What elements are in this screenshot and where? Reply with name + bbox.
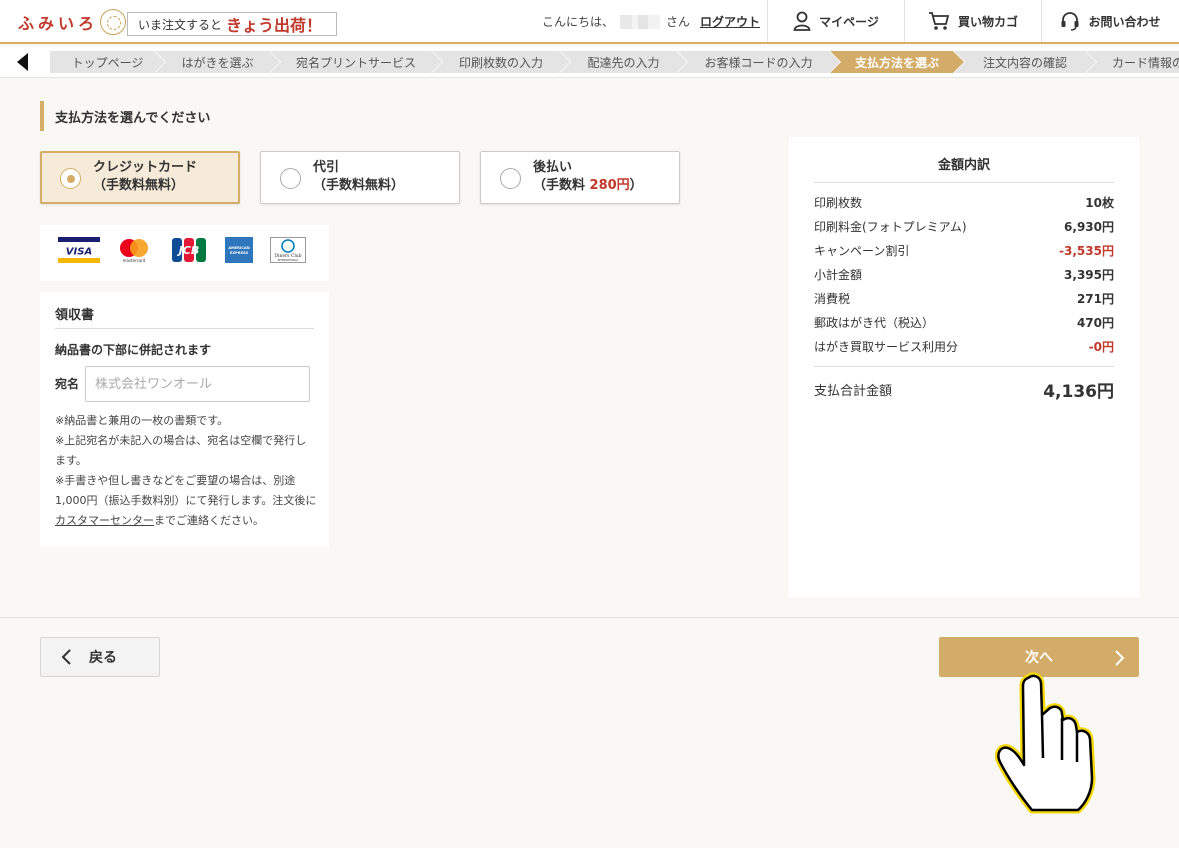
addressee-input[interactable] [85, 366, 310, 402]
promo-prefix: いま注文すると [138, 17, 223, 32]
svg-text:mastercard: mastercard [123, 258, 146, 263]
payment-option-label: 後払い （手数料 280円） [533, 159, 643, 195]
svg-text:AMERICAN: AMERICAN [228, 246, 249, 250]
page-title: 支払方法を選んでください [40, 101, 210, 131]
svg-text:INTERNATIONAL: INTERNATIONAL [278, 258, 299, 262]
payment-fee-line: （手数料 280円） [533, 177, 643, 195]
person-icon [793, 11, 811, 31]
logout-link[interactable]: ログアウト [700, 13, 760, 30]
total-label: 支払合計金額 [814, 383, 893, 399]
total-value: 4,136円 [1043, 381, 1114, 402]
site-header: ふみいろ いま注文すると きょう出荷！ こんにちは、 さん ログアウト マイペー… [0, 0, 1179, 44]
step-top-page[interactable]: トップページ [50, 51, 165, 73]
payment-name: 代引 [313, 160, 340, 175]
customer-center-link[interactable]: カスタマーセンター [55, 514, 154, 527]
step-payment-method: 支払方法を選ぶ [830, 51, 964, 73]
payment-option-credit-card[interactable]: クレジットカード （手数料無料） [40, 151, 240, 204]
accepted-cards: VISA mastercard JCB AMERICAN EXPRESS Din… [40, 225, 329, 281]
receipt-note-line: ※上記宛名が未記入の場合は、宛名は空欄で発行します。 [55, 434, 307, 467]
back-label: 戻る [89, 650, 117, 666]
anniversary-badge-icon [100, 9, 127, 35]
breakdown-row: はがき買取サービス利用分 -0円 [814, 339, 1114, 354]
payment-option-label: クレジットカード （手数料無料） [93, 159, 197, 195]
svg-text:JCB: JCB [177, 244, 200, 257]
receipt-note-line: ※納品書と兼用の一枚の書類です。 [55, 414, 229, 427]
step-choose-postcard[interactable]: はがきを選ぶ [155, 51, 280, 73]
user-greeting: こんにちは、 さん ログアウト [542, 13, 760, 30]
jcb-logo-icon: JCB [172, 238, 206, 262]
breakdown-row: 郵政はがき代（税込） 470円 [814, 315, 1114, 330]
diners-logo-icon: Diners Club INTERNATIONAL [270, 237, 306, 263]
fee-prefix: （手数料 [533, 178, 590, 193]
chevron-left-icon [61, 649, 71, 665]
next-label: 次へ [1025, 650, 1053, 666]
logo-text: ふみいろ [18, 14, 99, 33]
breadcrumb-back-arrow-icon[interactable] [12, 52, 34, 72]
chevron-right-icon [1115, 650, 1125, 666]
breakdown-row: キャンペーン割引 -3,535円 [814, 243, 1114, 258]
receipt-panel: 領収書 納品書の下部に併記されます 宛名 ※納品書と兼用の一枚の書類です。 ※上… [40, 292, 329, 547]
step-customer-code[interactable]: お客様コードの入力 [677, 51, 840, 73]
payment-name: クレジットカード [93, 160, 198, 175]
svg-text:VISA: VISA [66, 247, 92, 258]
site-logo[interactable]: ふみいろ [18, 6, 127, 38]
fee-suffix: ） [629, 178, 643, 193]
step-card-info: カード情報の [1086, 51, 1179, 73]
step-print-count[interactable]: 印刷枚数の入力 [432, 51, 570, 73]
payment-option-label: 代引 （手数料無料） [313, 159, 404, 195]
contact-label: お問い合わせ [1088, 14, 1161, 29]
addressee-label: 宛名 [55, 377, 80, 391]
divider [814, 182, 1114, 183]
breakdown-row: 印刷料金(フォトプレミアム) 6,930円 [814, 219, 1114, 234]
receipt-notes: ※納品書と兼用の一枚の書類です。 ※上記宛名が未記入の場合は、宛名は空欄で発行し… [55, 411, 317, 531]
divider [814, 366, 1114, 367]
divider [55, 328, 314, 329]
radio-unselected-icon[interactable] [280, 168, 301, 189]
payment-fee-text: （手数料無料） [313, 178, 405, 193]
footer-divider [0, 617, 1179, 618]
cart-label: 買い物カゴ [957, 14, 1018, 29]
headset-icon [1061, 12, 1079, 31]
receipt-title: 領収書 [55, 308, 95, 323]
receipt-note-line: ※手書きや但し書きなどをご要望の場合は、別途1,000円（振込手数料別）にて発行… [55, 474, 317, 527]
payment-option-cod[interactable]: 代引 （手数料無料） [260, 151, 460, 204]
breakdown-row: 消費税 271円 [814, 291, 1114, 306]
amex-logo-icon: AMERICAN EXPRESS [225, 237, 253, 263]
step-order-confirm: 注文内容の確認 [954, 51, 1096, 73]
breakdown-row: 小計金額 3,395円 [814, 267, 1114, 282]
receipt-note: 納品書の下部に併記されます [55, 343, 212, 357]
back-button[interactable]: 戻る [40, 637, 160, 677]
cart-link[interactable]: 買い物カゴ [904, 0, 1041, 42]
step-delivery[interactable]: 配達先の入力 [560, 51, 687, 73]
step-address-print[interactable]: 宛名プリントサービス [270, 51, 442, 73]
payment-name: 後払い [533, 160, 573, 175]
radio-unselected-icon[interactable] [500, 168, 521, 189]
breakdown-title: 金額内訳 [937, 158, 990, 173]
visa-logo-icon: VISA [58, 237, 100, 263]
price-breakdown: 金額内訳 印刷枚数 10枚 印刷料金(フォトプレミアム) 6,930円 キャンペーン… [789, 137, 1139, 597]
mypage-link[interactable]: マイページ [767, 0, 904, 42]
contact-link[interactable]: お問い合わせ [1041, 0, 1179, 42]
promo-main: きょう出荷！ [226, 16, 323, 35]
hand-pointer-cursor-icon [994, 672, 1096, 814]
greeting-suffix: さん [666, 15, 691, 29]
order-steps-breadcrumb: トップページ はがきを選ぶ 宛名プリントサービス 印刷枚数の入力 配達先の入力 … [0, 46, 1179, 78]
cart-icon [928, 12, 950, 30]
total-row: 支払合計金額 4,136円 [814, 376, 1114, 402]
greeting-prefix: こんにちは、 [542, 15, 615, 29]
payment-option-deferred[interactable]: 後払い （手数料 280円） [480, 151, 680, 204]
blurred-username [620, 14, 661, 29]
breakdown-row: 印刷枚数 10枚 [814, 195, 1114, 210]
mastercard-logo-icon: mastercard [120, 239, 148, 263]
mypage-label: マイページ [819, 14, 879, 29]
fee-amount: 280円 [589, 178, 630, 193]
radio-selected-icon[interactable] [60, 168, 81, 189]
svg-text:EXPRESS: EXPRESS [230, 251, 249, 255]
payment-fee-text: （手数料無料） [93, 178, 185, 193]
shipping-promo: いま注文すると きょう出荷！ [127, 12, 337, 36]
